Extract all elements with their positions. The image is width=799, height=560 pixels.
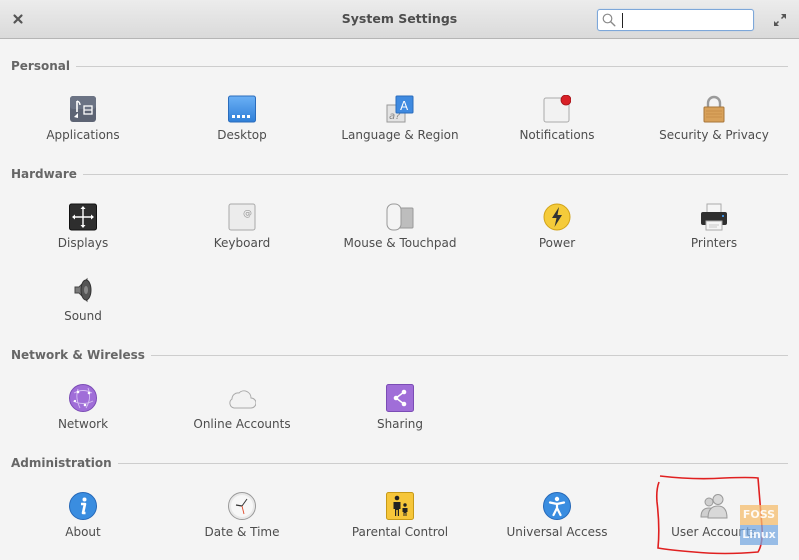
section-title: Hardware: [11, 167, 77, 181]
desktop-icon: [228, 95, 256, 123]
settings-item-sound[interactable]: Sound: [8, 276, 158, 336]
info-icon: [69, 492, 97, 520]
keyboard-icon: @: [228, 203, 256, 231]
settings-item-mouse-touchpad[interactable]: Mouse & Touchpad: [325, 203, 475, 263]
settings-item-label: User Accounts: [671, 525, 757, 539]
search-field[interactable]: [597, 9, 754, 31]
settings-item-displays[interactable]: Displays: [8, 203, 158, 263]
text-cursor: [622, 13, 623, 28]
section-divider: [82, 173, 788, 175]
svg-text:@: @: [243, 209, 252, 219]
settings-item-label: Online Accounts: [193, 417, 291, 431]
maximize-button[interactable]: [773, 12, 787, 26]
settings-item-user-accounts[interactable]: User Accounts: [639, 492, 789, 552]
displays-icon: [69, 203, 97, 231]
settings-item-desktop[interactable]: Desktop: [167, 95, 317, 155]
settings-item-printers[interactable]: Printers: [639, 203, 789, 263]
settings-item-security-privacy[interactable]: Security & Privacy: [639, 95, 789, 155]
settings-item-label: Date & Time: [204, 525, 280, 539]
settings-item-parental-control[interactable]: Parental Control: [325, 492, 475, 552]
lock-icon: [703, 95, 725, 123]
settings-item-label: Applications: [46, 128, 120, 142]
notifications-icon: [543, 95, 571, 123]
maximize-icon: [774, 14, 786, 26]
settings-item-applications[interactable]: Applications: [8, 95, 158, 155]
section-header-personal: Personal: [11, 58, 788, 74]
settings-item-network[interactable]: Network: [8, 384, 158, 444]
settings-item-power[interactable]: Power: [482, 203, 632, 263]
settings-item-sharing[interactable]: Sharing: [325, 384, 475, 444]
speaker-icon: [74, 277, 92, 303]
section-divider: [117, 462, 788, 464]
section-title: Network & Wireless: [11, 348, 145, 362]
section-title: Personal: [11, 59, 70, 73]
settings-item-label: Mouse & Touchpad: [343, 236, 457, 250]
language-icon: a? A: [386, 95, 414, 123]
settings-item-label: Parental Control: [351, 525, 449, 539]
search-input[interactable]: [622, 12, 747, 28]
parental-control-icon: [386, 492, 414, 520]
applications-icon: [70, 96, 96, 122]
mouse-icon: [386, 203, 414, 231]
settings-item-language-region[interactable]: a? A Language & Region: [325, 95, 475, 155]
settings-item-label: Network: [57, 417, 109, 431]
settings-item-online-accounts[interactable]: Online Accounts: [167, 384, 317, 444]
settings-item-date-time[interactable]: Date & Time: [167, 492, 317, 552]
settings-item-label: Power: [538, 236, 576, 250]
settings-item-label: Universal Access: [506, 525, 608, 539]
section-header-network-wireless: Network & Wireless: [11, 347, 788, 363]
section-title: Administration: [11, 456, 112, 470]
svg-text:A: A: [400, 99, 409, 113]
settings-item-label: Desktop: [217, 128, 267, 142]
settings-item-notifications[interactable]: Notifications: [482, 95, 632, 155]
header-bar: System Settings: [0, 0, 799, 39]
network-icon: [69, 384, 97, 412]
settings-item-label: Displays: [57, 236, 109, 250]
power-icon: [543, 203, 571, 231]
settings-item-keyboard[interactable]: @ Keyboard: [167, 203, 317, 263]
section-header-administration: Administration: [11, 455, 788, 471]
settings-item-about[interactable]: About: [8, 492, 158, 552]
section-divider: [150, 354, 788, 356]
settings-item-label: Notifications: [519, 128, 595, 142]
clock-icon: [228, 492, 256, 520]
settings-item-label: Sound: [64, 309, 102, 323]
cloud-icon: [229, 390, 256, 409]
section-header-hardware: Hardware: [11, 166, 788, 182]
users-icon: [700, 494, 728, 519]
settings-item-label: Security & Privacy: [659, 128, 769, 142]
printer-icon: [701, 203, 727, 231]
share-icon: [386, 384, 414, 412]
settings-item-label: Sharing: [376, 417, 424, 431]
accessibility-icon: [543, 492, 571, 520]
settings-item-label: Keyboard: [213, 236, 271, 250]
section-divider: [76, 65, 788, 67]
settings-item-universal-access[interactable]: Universal Access: [482, 492, 632, 552]
settings-item-label: Language & Region: [341, 128, 459, 142]
search-icon: [602, 13, 616, 27]
settings-item-label: Printers: [690, 236, 738, 250]
settings-item-label: About: [65, 525, 101, 539]
